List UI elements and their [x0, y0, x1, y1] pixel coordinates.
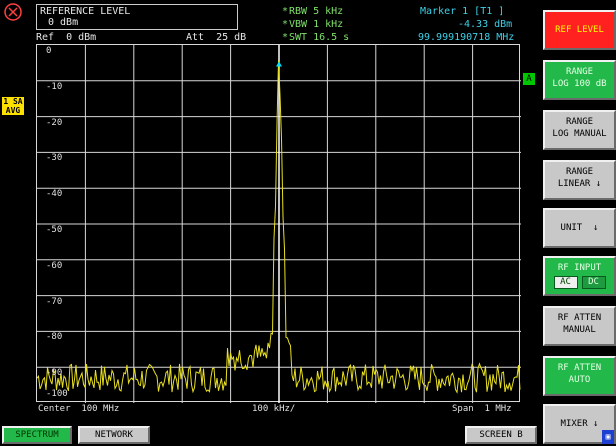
softkey-label-line2: MANUAL: [563, 325, 596, 335]
att-label: Att 25 dB: [186, 32, 247, 43]
trace-badge-line1: 1 SA: [3, 97, 23, 106]
ref-level-value: 0 dBm: [48, 17, 79, 28]
y-tick-label: -10: [46, 81, 63, 92]
ref-label: Ref 0 dBm: [36, 32, 97, 43]
softkey-7[interactable]: RF ATTEN MANUAL: [543, 306, 616, 346]
softkey-2[interactable]: RANGE LOG 100 dB: [543, 60, 616, 100]
y-tick-label: -70: [46, 296, 63, 307]
y-tick-label: -30: [46, 153, 63, 164]
rbw-readout: RBW 5 kHz: [289, 6, 344, 17]
y-tick-label: 0: [46, 46, 52, 56]
y-tick-label: -60: [46, 260, 63, 271]
ref-level-title: REFERENCE LEVEL: [40, 6, 131, 17]
softkey-option-ac[interactable]: AC: [553, 276, 578, 289]
trace-mode-badge: 1 SA AVG: [2, 97, 24, 115]
marker-frequency: 99.999190718 MHz: [418, 32, 515, 43]
spectrum-graph: [37, 45, 521, 403]
softkey-5[interactable]: UNIT ↓: [543, 208, 616, 248]
softkey-6[interactable]: RF INPUT AC DC: [543, 256, 616, 296]
x-center-label: Center 100 MHz: [38, 404, 120, 414]
rohde-schwarz-logo-icon: [4, 3, 22, 21]
rbw-bullet: *: [282, 6, 289, 17]
softkey-label-line1: RANGE: [565, 67, 594, 77]
screen-b-button[interactable]: SCREEN B: [465, 426, 537, 444]
softkey-4[interactable]: RANGE LINEAR ↓: [543, 160, 616, 200]
softkey-label-line1: RF ATTEN: [557, 363, 602, 373]
x-span-label: Span 1 MHz: [452, 404, 512, 414]
x-division-label: 100 kHz/: [252, 404, 296, 414]
y-tick-label: -100: [46, 389, 68, 399]
marker-1-icon: [276, 61, 282, 67]
softkey-label-line2: LOG 100 dB: [552, 79, 607, 89]
softkey-label-line1: MIXER ↓: [560, 419, 599, 429]
softkey-label-line2: LOG MANUAL: [552, 129, 607, 139]
softkey-label-line1: RANGE: [565, 117, 594, 127]
y-tick-label: -20: [46, 117, 63, 128]
softkey-label-line1: REF LEVEL: [555, 25, 604, 35]
vbw-readout: VBW 1 kHz: [289, 19, 344, 30]
softkey-8[interactable]: RF ATTEN AUTO: [543, 356, 616, 396]
screen-toggle-icon[interactable]: ▣: [602, 430, 614, 444]
marker-title: Marker 1 [T1 ]: [420, 6, 505, 17]
softkey-label-line1: UNIT ↓: [560, 223, 599, 233]
y-tick-label: -90: [46, 368, 63, 379]
vbw-bullet: *: [282, 19, 289, 30]
softkey-label-line1: RANGE: [565, 167, 594, 177]
marker-level: -4.33 dBm: [458, 19, 513, 30]
analyzer-screen: REFERENCE LEVEL 0 dBm Ref 0 dBm Att 25 d…: [0, 0, 616, 446]
spectrum-plot[interactable]: [36, 44, 521, 403]
softkey-3[interactable]: RANGE LOG MANUAL: [543, 110, 616, 150]
softkey-option-dc[interactable]: DC: [581, 276, 606, 289]
screen-a-indicator: A: [523, 73, 535, 85]
network-button[interactable]: NETWORK: [78, 426, 150, 444]
softkey-label-line2: AUTO: [568, 375, 591, 385]
spectrum-button[interactable]: SPECTRUM: [2, 426, 72, 444]
softkey-label-line2: LINEAR ↓: [557, 179, 602, 189]
y-tick-label: -80: [46, 332, 63, 343]
trace-badge-line2: AVG: [5, 106, 21, 115]
y-tick-label: -50: [46, 225, 63, 235]
swt-bullet: *: [282, 32, 289, 43]
softkey-1[interactable]: REF LEVEL: [543, 10, 616, 50]
softkey-label-line1: RF INPUT: [557, 263, 602, 273]
y-tick-label: -40: [46, 189, 63, 200]
swt-readout: SWT 16.5 s: [289, 32, 350, 43]
softkey-label-line1: RF ATTEN: [557, 313, 602, 323]
softkey-options: AC DC: [545, 276, 614, 289]
